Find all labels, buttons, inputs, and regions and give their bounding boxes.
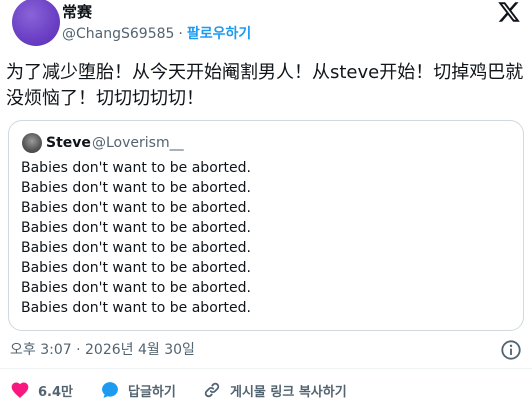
x-logo-icon[interactable] <box>496 0 522 24</box>
separator-dot: · <box>178 26 183 42</box>
heart-icon <box>11 382 29 398</box>
quoted-text-line: Babies don't want to be aborted. <box>21 200 251 216</box>
quoted-text-line: Babies don't want to be aborted. <box>21 180 251 196</box>
quoted-text-line: Babies don't want to be aborted. <box>21 260 251 276</box>
quoted-tweet-card[interactable]: Steve @Loverism__ Babies don't want to b… <box>8 120 524 331</box>
like-count: 6.4만 <box>38 384 73 400</box>
follow-button[interactable]: 팔로우하기 <box>187 26 251 42</box>
author-handle[interactable]: @ChangS69585 <box>62 26 174 42</box>
quoted-text-line: Babies don't want to be aborted. <box>21 280 251 296</box>
quoted-author-handle: @Loverism__ <box>92 135 184 151</box>
info-icon[interactable] <box>500 339 522 361</box>
reply-button[interactable]: 답글하기 <box>100 378 176 402</box>
copy-link-label: 게시물 링크 복사하기 <box>230 384 347 400</box>
quoted-text-line: Babies don't want to be aborted. <box>21 300 251 316</box>
quoted-author-avatar <box>22 133 42 153</box>
author-avatar[interactable] <box>12 0 60 46</box>
author-meta: @ChangS69585 · 팔로우하기 <box>62 25 251 43</box>
tweet-text: 为了减少堕胎！从今天开始阉割男人！从steve开始！切掉鸡巴就没烦恼了！切切切切… <box>6 62 524 109</box>
link-icon <box>204 382 220 398</box>
action-bar: 6.4만 답글하기 게시물 링크 복사하기 <box>0 378 532 402</box>
quoted-text-line: Babies don't want to be aborted. <box>21 160 251 176</box>
author-name[interactable]: 常赛 <box>62 2 92 22</box>
like-button[interactable]: 6.4만 <box>10 378 73 402</box>
quoted-author-name: Steve <box>46 135 91 151</box>
reply-label: 답글하기 <box>128 384 176 400</box>
quoted-text-line: Babies don't want to be aborted. <box>21 240 251 256</box>
copy-link-button[interactable]: 게시물 링크 복사하기 <box>202 378 347 402</box>
divider <box>0 368 532 369</box>
speech-bubble-icon <box>102 382 118 398</box>
quoted-text-line: Babies don't want to be aborted. <box>21 220 251 236</box>
quoted-tweet-text: Babies don't want to be aborted. Babies … <box>21 158 251 318</box>
tweet-timestamp[interactable]: 오후 3:07 · 2026년 4월 30일 <box>10 340 195 360</box>
